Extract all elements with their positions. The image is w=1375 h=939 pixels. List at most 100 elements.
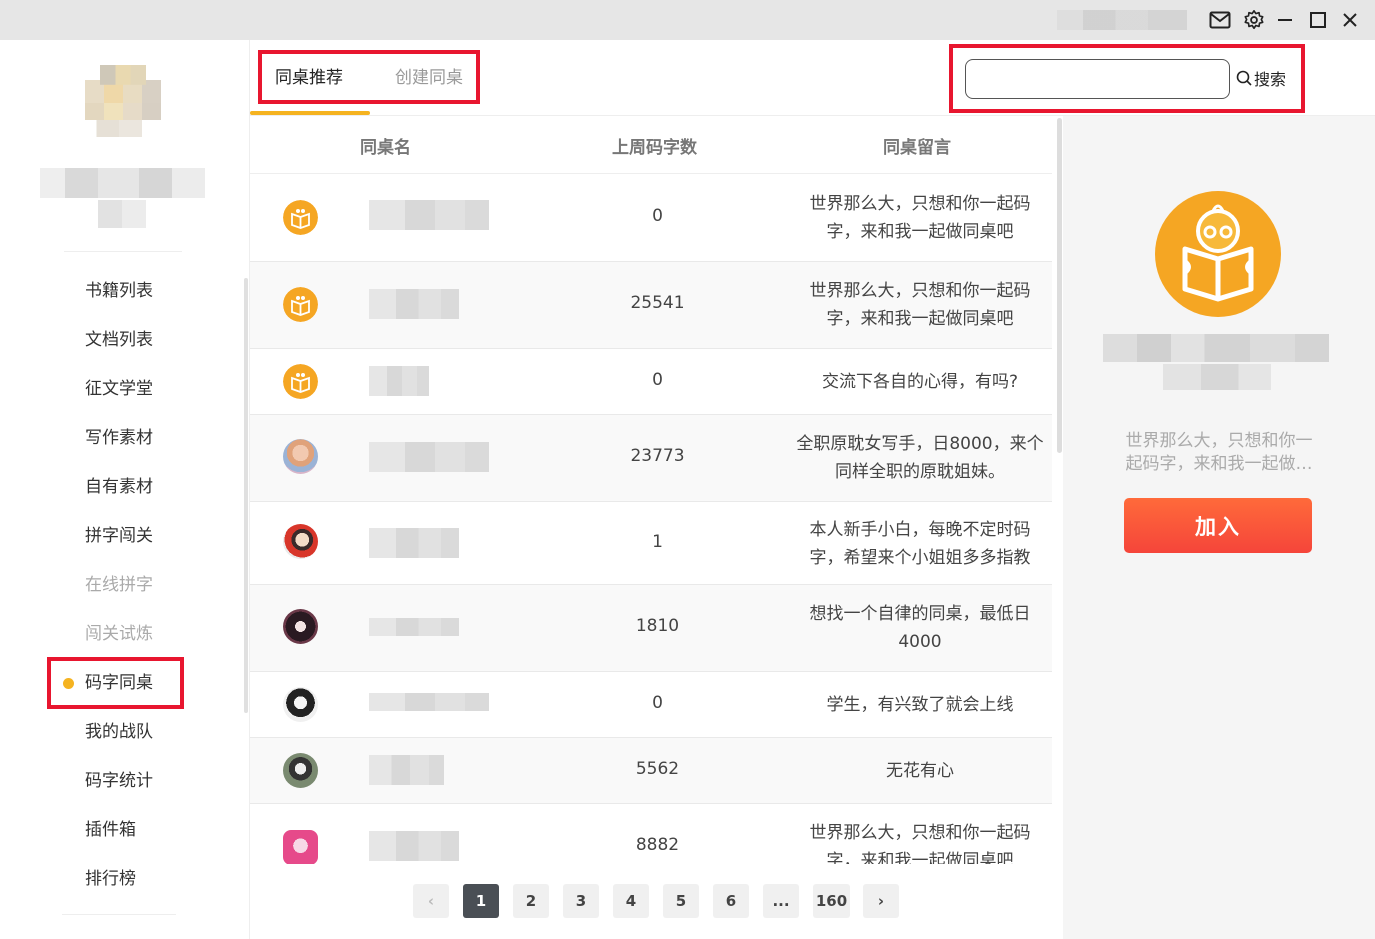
gear-icon[interactable]: [1242, 8, 1266, 32]
user-avatar-icon: [283, 609, 318, 644]
search-input[interactable]: [965, 59, 1230, 99]
account-name-blurred: [1057, 10, 1187, 30]
header-message: 同桌留言: [883, 138, 951, 158]
deskmate-message: 本人新手小白，每晚不定时码字，希望来个小姐姐多多指教: [809, 520, 1031, 568]
deskmate-name-blurred: [369, 831, 459, 861]
search-button[interactable]: 搜索: [1236, 65, 1286, 91]
mail-icon[interactable]: [1208, 8, 1232, 32]
week-count: 5562: [635, 759, 680, 779]
table-row[interactable]: 0 世界那么大，只想和你一起码字，来和我一起做同桌吧: [250, 175, 1052, 262]
pagination-page-4[interactable]: 4: [613, 884, 649, 918]
mascot-avatar-icon: [283, 364, 318, 399]
pagination-page-5[interactable]: 5: [663, 884, 699, 918]
sidebar-item-writing-deskmate[interactable]: 码字同桌: [63, 671, 153, 695]
selected-id-blurred: [1163, 364, 1271, 390]
table-row[interactable]: 1 本人新手小白，每晚不定时码字，希望来个小姐姐多多指教: [250, 502, 1052, 585]
sidebar-item-writing-materials[interactable]: 写作素材: [85, 426, 153, 450]
deskmate-message: 想找一个自律的同桌，最低日4000: [809, 604, 1031, 652]
deskmate-message: 交流下各自的心得，有吗?: [821, 372, 1019, 392]
join-button[interactable]: 加入: [1124, 498, 1312, 553]
sidebar-item-essay-school[interactable]: 征文学堂: [85, 377, 153, 401]
sidebar-divider: [64, 251, 182, 252]
table-header: 同桌名 上周码字数 同桌留言: [250, 116, 1052, 174]
deskmate-message: 学生，有兴致了就会上线: [826, 695, 1014, 715]
user-id-blurred: [98, 200, 146, 228]
sidebar-item-online-spelling[interactable]: 在线拼字: [85, 573, 153, 597]
deskmate-message: 全职原耽女写手，日8000，来个同样全职的原耽姐妹。: [796, 434, 1044, 482]
pagination-page-3[interactable]: 3: [563, 884, 599, 918]
deskmate-name-blurred: [369, 528, 459, 558]
deskmate-name-blurred: [369, 442, 489, 472]
sidebar-item-own-materials[interactable]: 自有素材: [85, 475, 153, 499]
mascot-avatar-icon: [283, 287, 318, 322]
sidebar-item-book-list[interactable]: 书籍列表: [85, 279, 153, 303]
table-row[interactable]: 5562 无花有心: [250, 738, 1052, 804]
deskmate-name-blurred: [369, 693, 489, 711]
week-count: 23773: [630, 446, 685, 466]
tab-recommend[interactable]: 同桌推荐: [275, 66, 343, 90]
mascot-avatar-large-icon: [1155, 191, 1281, 317]
pagination-ellipsis[interactable]: ...: [763, 884, 799, 918]
search-button-label: 搜索: [1254, 70, 1287, 89]
sidebar-item-doc-list[interactable]: 文档列表: [85, 328, 153, 352]
week-count: 1: [652, 532, 663, 552]
sidebar-item-writing-stats[interactable]: 码字统计: [85, 769, 153, 793]
deskmate-name-blurred: [369, 289, 459, 319]
mascot-avatar-icon: [283, 200, 318, 235]
week-count: 25541: [630, 293, 685, 313]
sidebar-item-plugins[interactable]: 插件箱: [85, 818, 136, 842]
sidebar-item-label: 码字同桌: [85, 673, 153, 693]
deskmate-message: 世界那么大，只想和你一起码字，来和我一起做同桌吧: [809, 823, 1031, 864]
pagination-page-2[interactable]: 2: [513, 884, 549, 918]
title-bar: [0, 0, 1375, 40]
sidebar-item-word-challenge[interactable]: 拼字闯关: [85, 524, 153, 548]
deskmate-name-blurred: [369, 755, 444, 785]
user-avatar-blurred[interactable]: [85, 65, 161, 155]
sidebar-item-leaderboard[interactable]: 排行榜: [85, 867, 136, 891]
user-avatar-icon: [283, 524, 318, 559]
week-count: 0: [652, 370, 663, 390]
deskmate-name-blurred: [369, 618, 459, 636]
user-avatar-icon: [283, 830, 318, 864]
user-name-blurred: [40, 168, 205, 198]
table-row[interactable]: 1810 想找一个自律的同桌，最低日4000: [250, 585, 1052, 672]
close-icon[interactable]: [1338, 8, 1362, 32]
pagination-page-last[interactable]: 160: [813, 884, 850, 918]
deskmate-detail-panel: 世界那么大，只想和你一起码字，来和我一起做同桌吧 加入: [1063, 116, 1375, 939]
pagination-page-6[interactable]: 6: [713, 884, 749, 918]
pagination-next-button[interactable]: ›: [863, 884, 899, 918]
sidebar-item-my-team[interactable]: 我的战队: [85, 720, 153, 744]
maximize-icon[interactable]: [1306, 8, 1330, 32]
sidebar-divider-bottom: [62, 914, 176, 915]
selected-name-blurred: [1103, 334, 1329, 362]
table-row[interactable]: 0 交流下各自的心得，有吗?: [250, 349, 1052, 415]
table-scrollbar[interactable]: [1057, 118, 1062, 453]
tab-create[interactable]: 创建同桌: [395, 66, 463, 90]
sidebar: 书籍列表 文档列表 征文学堂 写作素材 自有素材 拼字闯关 在线拼字 闯关试炼 …: [0, 40, 250, 939]
deskmate-table: 同桌名 上周码字数 同桌留言 0 世界那么大，只想和你一起码字，来和我一起做同桌…: [250, 116, 1052, 864]
week-count: 0: [652, 206, 663, 226]
sidebar-scrollbar[interactable]: [244, 278, 248, 713]
table-row[interactable]: 8882 世界那么大，只想和你一起码字，来和我一起做同桌吧: [250, 804, 1052, 864]
pagination-prev-button[interactable]: ‹: [413, 884, 449, 918]
table-row[interactable]: 25541 世界那么大，只想和你一起码字，来和我一起做同桌吧: [250, 262, 1052, 349]
selected-message: 世界那么大，只想和你一起码字，来和我一起做同桌吧: [1125, 431, 1313, 474]
sidebar-item-trial[interactable]: 闯关试炼: [85, 622, 153, 646]
header-count: 上周码字数: [612, 138, 697, 158]
deskmate-message: 无花有心: [886, 761, 954, 781]
active-dot-icon: [63, 678, 74, 689]
week-count: 0: [652, 693, 663, 713]
pagination-page-1[interactable]: 1: [463, 884, 499, 918]
user-avatar-icon: [283, 687, 318, 722]
deskmate-name-blurred: [369, 200, 489, 230]
user-avatar-icon: [283, 753, 318, 788]
table-row[interactable]: 23773 全职原耽女写手，日8000，来个同样全职的原耽姐妹。: [250, 415, 1052, 502]
table-row[interactable]: 0 学生，有兴致了就会上线: [250, 672, 1052, 738]
deskmate-message: 世界那么大，只想和你一起码字，来和我一起做同桌吧: [809, 194, 1031, 242]
deskmate-message: 世界那么大，只想和你一起码字，来和我一起做同桌吧: [809, 281, 1031, 329]
deskmate-name-blurred: [369, 366, 429, 396]
header-name: 同桌名: [360, 138, 411, 158]
week-count: 1810: [635, 616, 680, 636]
search-icon: [1236, 70, 1252, 86]
minimize-icon[interactable]: [1273, 8, 1297, 32]
